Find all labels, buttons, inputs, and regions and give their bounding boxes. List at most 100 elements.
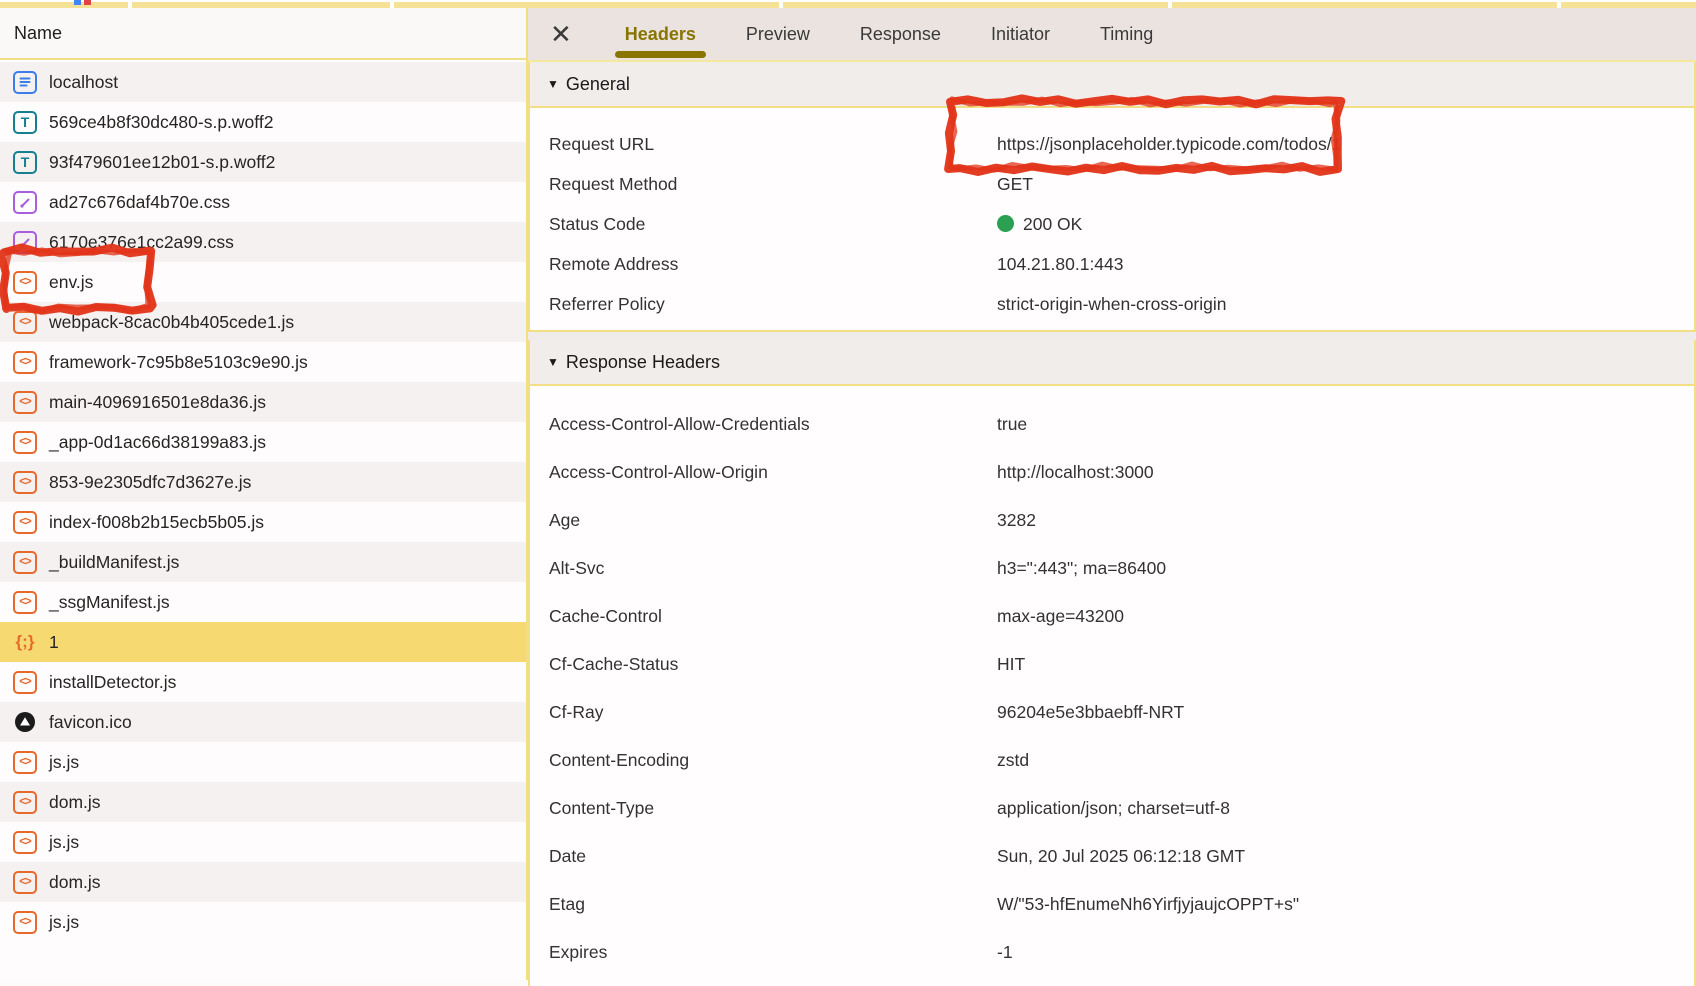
tab-initiator[interactable]: Initiator [987, 8, 1054, 60]
script-file-icon: <> [13, 551, 37, 574]
request-row-label: ad27c676daf4b70e.css [49, 192, 230, 213]
request-row-env.js[interactable]: <>env.js [0, 262, 526, 302]
request-row-label: js.js [49, 752, 79, 773]
font-file-icon: T [13, 151, 37, 174]
section-header-general[interactable]: ▼General [530, 62, 1694, 108]
stylesheet-file-icon [13, 231, 37, 254]
request-row-_ssgManifest.js[interactable]: <> _ssgManifest.js [0, 582, 526, 622]
overview-red-mark [84, 0, 91, 5]
header-key: Status Code [549, 214, 997, 235]
header-row-expires: Expires-1 [530, 928, 1694, 976]
header-value: strict-origin-when-cross-origin [997, 294, 1227, 315]
request-row-label: favicon.ico [49, 712, 132, 733]
header-value: 96204e5e3bbaebff-NRT [997, 702, 1184, 723]
request-row-93f479601ee12b01-s.p.woff2[interactable]: T 93f479601ee12b01-s.p.woff2 [0, 142, 526, 182]
section-header-response-headers[interactable]: ▼Response Headers [530, 340, 1694, 386]
header-row-age: Age3282 [530, 496, 1694, 544]
request-detail-panel: ✕ HeadersPreviewResponseInitiatorTiming … [526, 8, 1696, 980]
request-row-_app-0d1ac66d38199a83.js[interactable]: <>_app-0d1ac66d38199a83.js [0, 422, 526, 462]
request-row-label: dom.js [49, 792, 101, 813]
header-value: -1 [997, 942, 1013, 963]
request-row-main-4096916501e8da36.js[interactable]: <>main-4096916501e8da36.js [0, 382, 526, 422]
request-row-js.js[interactable]: <> js.js [0, 822, 526, 862]
tab-preview[interactable]: Preview [742, 8, 814, 60]
request-row-569ce4b8f30dc480-s.p.woff2[interactable]: T569ce4b8f30dc480-s.p.woff2 [0, 102, 526, 142]
header-row-access-control-allow-credentials: Access-Control-Allow-Credentialstrue [530, 400, 1694, 448]
header-value: http://localhost:3000 [997, 462, 1154, 483]
json-file-icon: {;} [13, 630, 37, 654]
request-row-index-f008b2b15ecb5b05.js[interactable]: <>index-f008b2b15ecb5b05.js [0, 502, 526, 542]
request-row-label: _ssgManifest.js [49, 592, 170, 613]
request-row-localhost[interactable]: localhost [0, 62, 526, 102]
detail-tabbar: ✕ Headers Preview Response Initiator Timing [528, 8, 1696, 62]
tab-response[interactable]: Response [856, 8, 945, 60]
close-icon[interactable]: ✕ [550, 21, 572, 47]
header-key: Alt-Svc [549, 558, 997, 579]
script-file-icon: <> [13, 751, 37, 774]
header-row-cf-cache-status: Cf-Cache-StatusHIT [530, 640, 1694, 688]
header-key: Etag [549, 894, 997, 915]
header-key: Content-Type [549, 798, 997, 819]
request-row-js.js[interactable]: <>js.js [0, 902, 526, 942]
header-key: Age [549, 510, 997, 531]
request-row-framework-7c95b8e5103c9e90.js[interactable]: <>framework-7c95b8e5103c9e90.js [0, 342, 526, 382]
section-response-headers: ▼Response Headers Access-Control-Allow-Cr… [528, 340, 1696, 986]
header-row-request method: Request MethodGET [530, 164, 1694, 204]
request-row-label: js.js [49, 832, 79, 853]
header-key: Access-Control-Allow-Origin [549, 462, 997, 483]
request-row-label: 853-9e2305dfc7d3627e.js [49, 472, 251, 493]
request-row-dom.js[interactable]: <> dom.js [0, 782, 526, 822]
header-row-date: DateSun, 20 Jul 2025 06:12:18 GMT [530, 832, 1694, 880]
script-file-icon: <> [13, 591, 37, 614]
header-value: 3282 [997, 510, 1036, 531]
header-value: 104.21.80.1:443 [997, 254, 1124, 275]
request-row-ad27c676daf4b70e.css[interactable]: ad27c676daf4b70e.css [0, 182, 526, 222]
request-row-dom.js[interactable]: <>dom.js [0, 862, 526, 902]
request-row-label: webpack-8cac0b4b405cede1.js [49, 312, 294, 333]
script-file-icon: <> [13, 831, 37, 854]
request-row-label: env.js [49, 272, 93, 293]
header-value: W/"53-hfEnumeNh6YirfjyjaujcOPPT+s" [997, 894, 1299, 915]
tab-timing[interactable]: Timing [1096, 8, 1157, 60]
request-row-favicon.ico[interactable]: favicon.ico [0, 702, 526, 742]
header-row-cache-control: Cache-Controlmax-age=43200 [530, 592, 1694, 640]
header-key: Cf-Ray [549, 702, 997, 723]
request-row-853-9e2305dfc7d3627e.js[interactable]: <> 853-9e2305dfc7d3627e.js [0, 462, 526, 502]
network-request-list: Name localhostT569ce4b8f30dc480-s.p.woff… [0, 8, 526, 980]
script-file-icon: <> [13, 471, 37, 494]
header-key: Date [549, 846, 997, 867]
overview-blue-mark [74, 0, 81, 5]
script-file-icon: <> [13, 311, 37, 334]
request-row-1[interactable]: {;}1 [0, 622, 526, 662]
header-row-access-control-allow-origin: Access-Control-Allow-Originhttp://localh… [530, 448, 1694, 496]
tab-headers[interactable]: Headers [621, 8, 700, 60]
request-row-js.js[interactable]: <> js.js [0, 742, 526, 782]
request-row-label: index-f008b2b15ecb5b05.js [49, 512, 264, 533]
header-value: 200 OK [997, 214, 1082, 235]
request-row-label: 569ce4b8f30dc480-s.p.woff2 [49, 112, 273, 133]
header-key: Request Method [549, 174, 997, 195]
request-row-installDetector.js[interactable]: <>installDetector.js [0, 662, 526, 702]
request-row-label: _buildManifest.js [49, 552, 179, 573]
name-column-label: Name [14, 23, 62, 44]
header-row-status code: Status Code200 OK [530, 204, 1694, 244]
header-value: max-age=43200 [997, 606, 1124, 627]
request-row-_buildManifest.js[interactable]: <> _buildManifest.js [0, 542, 526, 582]
request-row-webpack-8cac0b4b405cede1.js[interactable]: <> webpack-8cac0b4b405cede1.js [0, 302, 526, 342]
header-key: Remote Address [549, 254, 997, 275]
request-row-6170e376e1cc2a99.css[interactable]: 6170e376e1cc2a99.css [0, 222, 526, 262]
script-file-icon: <> [13, 391, 37, 414]
name-column-header[interactable]: Name [0, 8, 526, 60]
request-row-label: 6170e376e1cc2a99.css [49, 232, 234, 253]
section-title: General [566, 74, 630, 95]
collapse-triangle-icon: ▼ [547, 355, 559, 369]
header-row-referrer policy: Referrer Policystrict-origin-when-cross-… [530, 284, 1694, 324]
script-file-icon: <> [13, 431, 37, 454]
header-row-etag: EtagW/"53-hfEnumeNh6YirfjyjaujcOPPT+s" [530, 880, 1694, 928]
header-row-request url: Request URLhttps://jsonplaceholder.typic… [530, 124, 1694, 164]
request-row-label: 93f479601ee12b01-s.p.woff2 [49, 152, 275, 173]
script-file-icon: <> [13, 671, 37, 694]
script-file-icon: <> [13, 791, 37, 814]
header-row-content-encoding: Content-Encodingzstd [530, 736, 1694, 784]
header-value: Sun, 20 Jul 2025 06:12:18 GMT [997, 846, 1245, 867]
